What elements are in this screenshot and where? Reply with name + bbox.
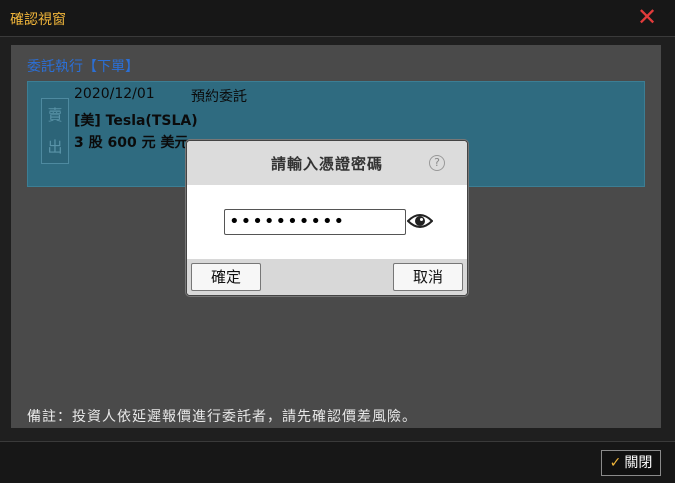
order-side-badge: 賣 出 — [41, 98, 69, 164]
dialog-header: 請輸入憑證密碼 ? — [187, 141, 467, 185]
check-icon: ✓ — [609, 455, 622, 471]
order-stock: [美] Tesla(TSLA) — [74, 113, 198, 129]
section-title: 委託執行【下單】 — [27, 59, 139, 75]
order-side-char-1: 賣 — [47, 106, 63, 124]
title-bar: 確認視窗 ✕ — [0, 0, 675, 37]
eye-icon[interactable] — [406, 211, 434, 231]
dialog-title: 請輸入憑證密碼 — [270, 155, 383, 173]
close-button-label: 關閉 — [624, 455, 653, 471]
order-quantity: 3 股 600 元 美元 — [74, 135, 189, 151]
dialog-footer: 確定 取消 — [187, 259, 467, 295]
question-icon[interactable]: ? — [429, 155, 445, 171]
close-button[interactable]: ✓ 關閉 — [601, 450, 661, 476]
window-title: 確認視窗 — [10, 12, 66, 28]
cancel-button[interactable]: 取消 — [393, 263, 463, 291]
footer-bar: ✓ 關閉 — [0, 441, 675, 483]
close-icon[interactable]: ✕ — [637, 5, 657, 29]
ok-button[interactable]: 確定 — [191, 263, 261, 291]
order-date: 2020/12/01 — [74, 86, 155, 102]
password-input[interactable]: •••••••••• — [224, 209, 406, 235]
risk-note: 備註：投資人依延遲報價進行委託者，請先確認價差風險。 — [27, 409, 417, 425]
order-type: 預約委託 — [191, 89, 247, 105]
password-dialog: 請輸入憑證密碼 ? •••••••••• 確定 取消 — [186, 140, 468, 296]
order-side-char-2: 出 — [47, 138, 63, 156]
